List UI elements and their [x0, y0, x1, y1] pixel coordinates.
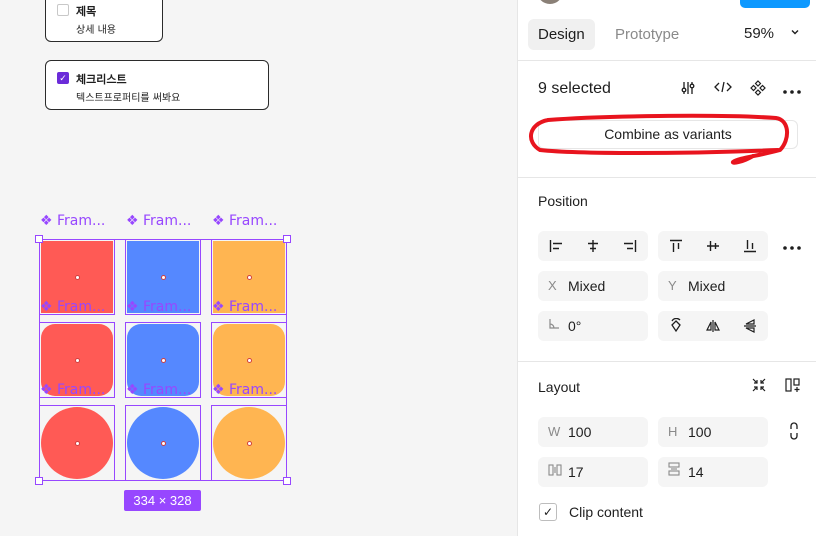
frame-label: ❖ Fram... — [40, 299, 106, 315]
divider — [518, 361, 816, 362]
checkbox-unchecked-icon — [57, 4, 69, 16]
card-subtitle: 상세 내용 — [76, 25, 116, 36]
variant-frame-red-rounded[interactable]: ❖ Fram... — [39, 322, 115, 398]
width-field[interactable]: W 100 — [538, 417, 648, 447]
card-title: 제목 — [76, 5, 97, 18]
align-right-icon[interactable] — [611, 231, 648, 261]
center-point-icon — [160, 274, 166, 280]
frame-label: ❖ Fram... — [126, 382, 192, 398]
selection-size-badge: 334 × 328 — [124, 490, 201, 511]
vertical-gap-field[interactable]: 14 — [658, 457, 768, 487]
vertical-gap-value: 14 — [688, 464, 704, 480]
align-vertical-center-icon[interactable] — [695, 231, 732, 261]
horizontal-gap-value: 17 — [568, 464, 584, 480]
variant-frame-orange-square[interactable]: ❖ Fram... — [211, 239, 287, 315]
resize-handle-bottom-right[interactable] — [283, 477, 291, 485]
x-label: X — [548, 278, 557, 293]
h-value: 100 — [688, 424, 712, 440]
w-label: W — [548, 424, 561, 439]
variant-frame-orange-rounded[interactable]: ❖ Fram... — [211, 322, 287, 398]
center-point-icon — [246, 274, 252, 280]
vertical-gap-icon — [668, 457, 680, 487]
flip-vertical-icon[interactable] — [731, 311, 768, 341]
rotation-value: 0° — [568, 318, 582, 334]
align-left-icon[interactable] — [538, 231, 575, 261]
properties-panel: Design Prototype 59% 9 selected Combine … — [517, 0, 816, 536]
tab-prototype[interactable]: Prototype — [605, 19, 689, 50]
frame-label: ❖ Fram... — [212, 382, 278, 398]
avatar[interactable] — [537, 0, 563, 4]
tab-design[interactable]: Design — [528, 19, 595, 50]
variant-frame-orange-circle[interactable] — [211, 405, 287, 481]
align-top-icon[interactable] — [658, 231, 695, 261]
horizontal-gap-field[interactable]: 17 — [538, 457, 648, 487]
center-point-icon — [74, 440, 80, 446]
selection-count: 9 selected — [538, 80, 611, 97]
code-icon[interactable] — [713, 80, 733, 100]
frame-label[interactable]: ❖ Fram... — [40, 213, 105, 229]
align-horizontal-center-icon[interactable] — [575, 231, 612, 261]
w-value: 100 — [568, 424, 592, 440]
y-label: Y — [668, 278, 677, 293]
h-label: H — [668, 424, 678, 439]
y-position-field[interactable]: Y Mixed — [658, 271, 768, 301]
share-button[interactable] — [740, 0, 810, 8]
checkbox-card-checked[interactable]: ✓ 체크리스트 텍스트프로퍼티를 써봐요 — [45, 60, 269, 110]
height-field[interactable]: H 100 — [658, 417, 768, 447]
rotate-icon[interactable] — [658, 311, 695, 341]
divider — [518, 177, 816, 178]
rotation-angle-icon — [548, 311, 560, 341]
frame-label: ❖ Fram... — [126, 299, 192, 315]
center-point-icon — [74, 357, 80, 363]
combine-as-variants-button[interactable]: Combine as variants — [538, 120, 798, 149]
position-section-title: Position — [538, 193, 588, 209]
resize-handle-top-right[interactable] — [283, 235, 291, 243]
center-point-icon — [246, 357, 252, 363]
variant-frame-red-circle[interactable] — [39, 405, 115, 481]
more-options-icon[interactable] — [782, 80, 802, 100]
clip-content-label: Clip content — [569, 504, 643, 520]
collapse-arrows-icon[interactable] — [749, 377, 769, 397]
clip-content-checkbox[interactable]: ✓ — [539, 503, 557, 521]
add-auto-layout-icon[interactable] — [784, 377, 804, 397]
frame-label: ❖ Fram... — [212, 299, 278, 315]
transform-group — [658, 311, 768, 341]
adjust-sliders-icon[interactable] — [678, 80, 698, 100]
resize-handle-bottom-left[interactable] — [35, 477, 43, 485]
variant-frame-blue-rounded[interactable]: ❖ Fram... — [125, 322, 201, 398]
horizontal-gap-icon — [548, 457, 562, 487]
card-subtitle: 텍스트프로퍼티를 써봐요 — [76, 93, 181, 104]
flip-horizontal-icon[interactable] — [695, 311, 732, 341]
resize-handle-top-left[interactable] — [35, 235, 43, 243]
chevron-down-icon[interactable] — [790, 26, 800, 40]
center-point-icon — [160, 440, 166, 446]
variant-frame-blue-square[interactable]: ❖ Fram... — [125, 239, 201, 315]
center-point-icon — [246, 440, 252, 446]
variant-frame-blue-circle[interactable] — [125, 405, 201, 481]
component-icon[interactable] — [748, 80, 768, 100]
zoom-level[interactable]: 59% — [744, 25, 774, 42]
checkbox-checked-icon: ✓ — [57, 72, 69, 84]
center-point-icon — [74, 274, 80, 280]
more-options-icon[interactable] — [782, 236, 802, 256]
rotation-field[interactable]: 0° — [538, 311, 648, 341]
checkbox-card-unchecked[interactable]: 제목 상세 내용 — [45, 0, 163, 42]
card-title: 체크리스트 — [76, 73, 127, 86]
y-value: Mixed — [688, 278, 726, 294]
frame-label: ❖ Fram... — [40, 382, 106, 398]
constrain-proportions-icon[interactable] — [784, 422, 804, 442]
divider — [518, 60, 816, 61]
frame-label[interactable]: ❖ Fram... — [212, 213, 277, 229]
center-point-icon — [160, 357, 166, 363]
x-value: Mixed — [568, 278, 606, 294]
align-bottom-icon[interactable] — [731, 231, 768, 261]
frame-label[interactable]: ❖ Fram... — [126, 213, 191, 229]
horizontal-align-group — [538, 231, 648, 261]
design-canvas[interactable]: 제목 상세 내용 ✓ 체크리스트 텍스트프로퍼티를 써봐요 ❖ Fram... … — [0, 0, 517, 536]
vertical-align-group — [658, 231, 768, 261]
layout-section-title: Layout — [538, 379, 581, 395]
variant-frame-red-square[interactable]: ❖ Fram... — [39, 239, 115, 315]
x-position-field[interactable]: X Mixed — [538, 271, 648, 301]
